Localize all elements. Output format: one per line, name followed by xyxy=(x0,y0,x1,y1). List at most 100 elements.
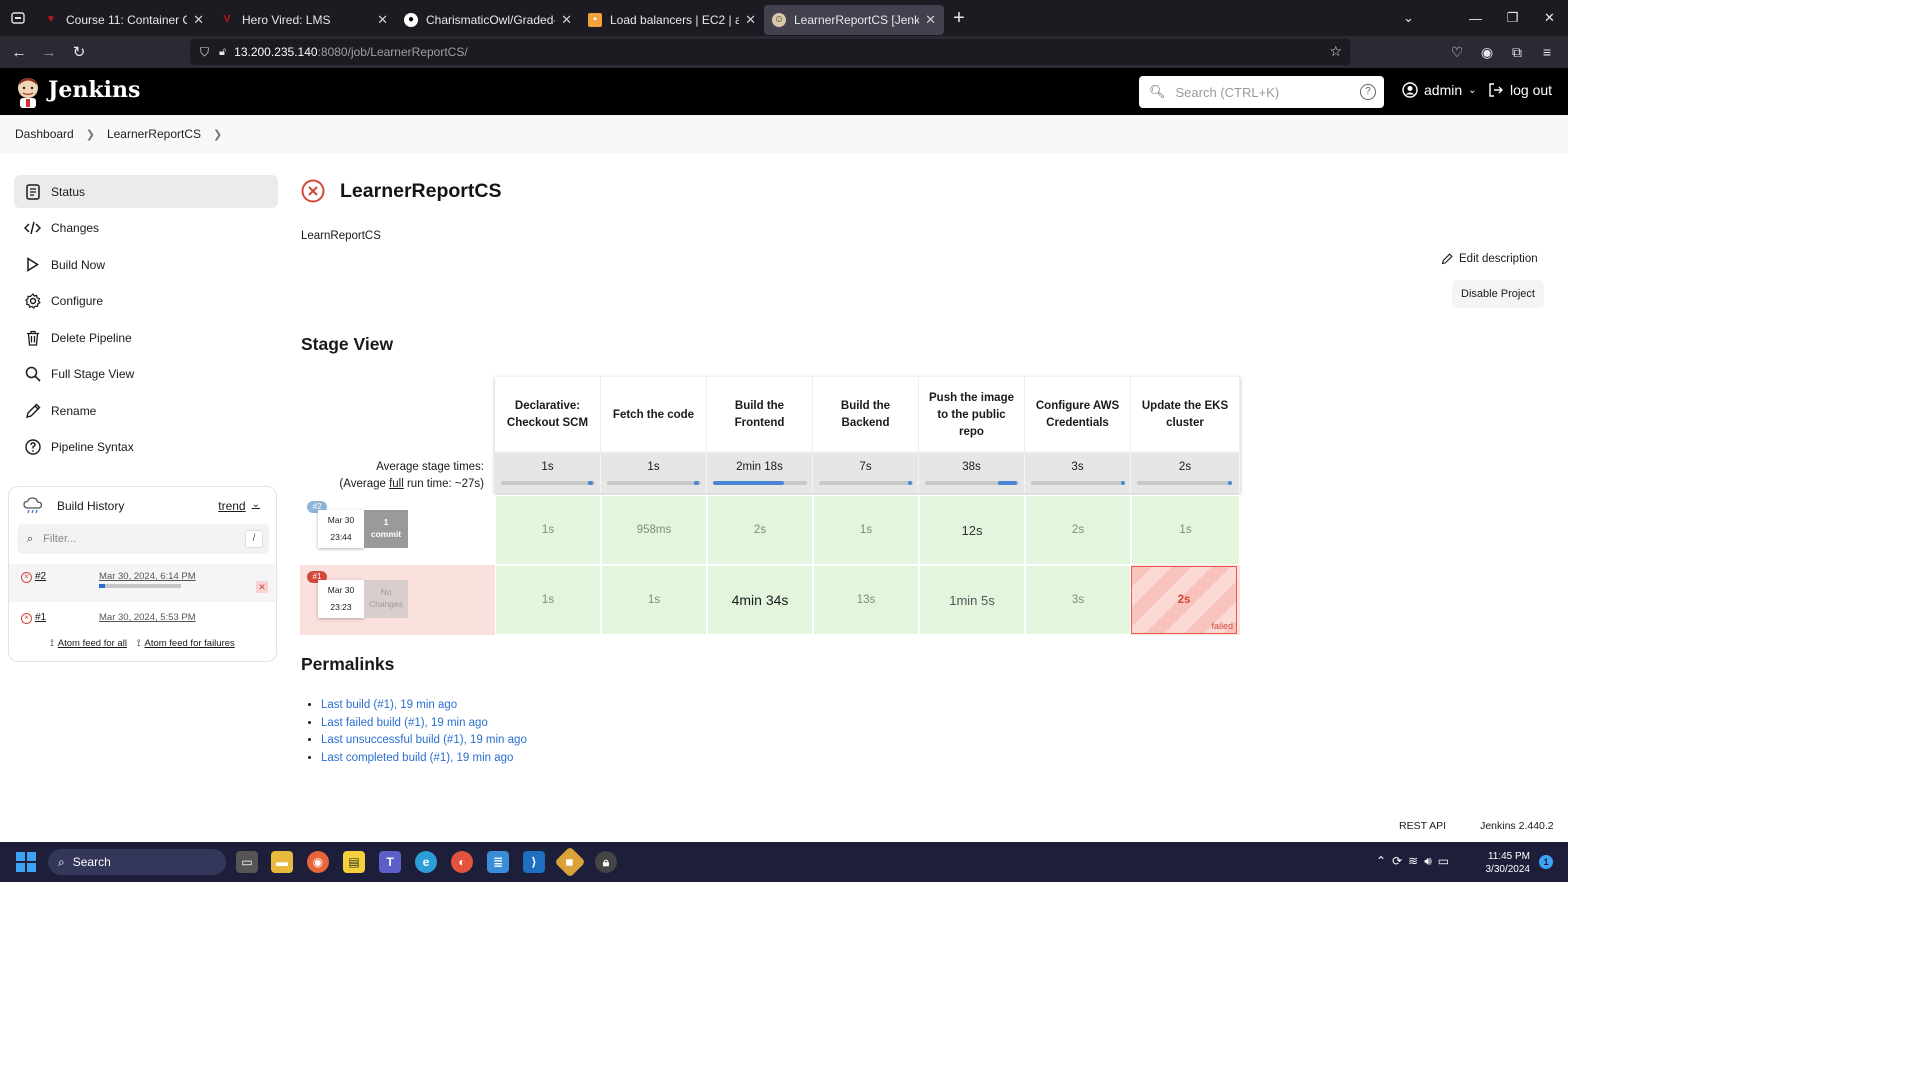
stage-cell[interactable]: 1s xyxy=(601,565,707,635)
edit-description-link[interactable]: Edit description xyxy=(1441,253,1538,265)
account-icon[interactable]: ◉ xyxy=(1472,44,1502,61)
build-history-row[interactable]: × #2 Mar 30, 2024, 6:14 PM ✕ xyxy=(9,564,276,602)
close-tab-icon[interactable]: ✕ xyxy=(193,12,204,28)
stage-cell-failed[interactable]: 2s failed xyxy=(1131,566,1237,634)
rest-api-link[interactable]: REST API xyxy=(1399,820,1446,832)
permalink-last-completed-build[interactable]: Last completed build (#1), 19 min ago xyxy=(321,752,513,764)
vpn-lock-icon[interactable]: 🔒︎ xyxy=(595,851,617,873)
search-box[interactable]: 🔍︎ Search (CTRL+K) ? xyxy=(1139,76,1384,108)
teams-icon[interactable]: T xyxy=(379,851,401,873)
close-tab-icon[interactable]: ✕ xyxy=(745,12,756,28)
run-changes-box[interactable]: No Changes xyxy=(364,580,408,618)
browser-tab[interactable]: ● CharismaticOwl/Graded-Assign ✕ xyxy=(396,5,580,35)
vscode-icon[interactable]: ⟩ xyxy=(523,851,545,873)
sidebar-item-delete-pipeline[interactable]: Delete Pipeline xyxy=(14,321,278,354)
stage-cell[interactable]: 3s xyxy=(1025,565,1131,635)
stage-cell[interactable]: 1s xyxy=(495,565,601,635)
menu-icon[interactable]: ≡ xyxy=(1532,44,1562,60)
build-filter-input[interactable]: ⌕ Filter... / xyxy=(17,524,269,554)
permalink-last-failed-build[interactable]: Last failed build (#1), 19 min ago xyxy=(321,717,488,729)
app-title[interactable]: Jenkins xyxy=(48,77,140,103)
breadcrumb-job[interactable]: LearnerReportCS xyxy=(107,127,201,141)
sticky-notes-icon[interactable]: ▤ xyxy=(343,851,365,873)
volume-icon[interactable]: 🔊︎ xyxy=(1424,854,1432,869)
new-tab-button[interactable]: + xyxy=(944,7,974,30)
browser-tab[interactable]: ▪ Load balancers | EC2 | ap-south ✕ xyxy=(580,5,764,35)
stage-cell[interactable]: 13s xyxy=(813,565,919,635)
firefox-icon[interactable]: ◉ xyxy=(307,851,329,873)
pocket-icon[interactable]: ♡ xyxy=(1442,44,1472,61)
logout-link[interactable]: log out xyxy=(1488,82,1552,98)
windows-start-icon[interactable] xyxy=(16,852,36,872)
chevron-up-icon[interactable]: ⌃ xyxy=(1376,854,1386,869)
tab-overview-button[interactable] xyxy=(0,0,36,36)
stage-cell[interactable]: 1min 5s xyxy=(919,565,1025,635)
chevron-down-icon[interactable]: ⌄ xyxy=(1390,10,1427,26)
lock-icon[interactable]: 🔓︎ xyxy=(219,46,226,59)
url-bar[interactable]: ⛉ 🔓︎ 13.200.235.140:8080/job/LearnerRepo… xyxy=(190,39,1350,65)
breadcrumb-dashboard[interactable]: Dashboard xyxy=(15,127,74,141)
task-view-icon[interactable]: ▭ xyxy=(236,851,258,873)
atom-feed-failures-link[interactable]: Atom feed for failures xyxy=(144,638,234,649)
stage-cell[interactable]: 2s xyxy=(707,495,813,565)
edge-icon[interactable]: e xyxy=(415,851,437,873)
full-run-link[interactable]: full xyxy=(389,478,404,490)
reload-icon[interactable]: ↻ xyxy=(64,43,94,61)
sidebar-item-full-stage-view[interactable]: Full Stage View xyxy=(14,358,278,391)
jenkins-version-link[interactable]: Jenkins 2.440.2 xyxy=(1480,820,1554,832)
disable-project-button[interactable]: Disable Project xyxy=(1452,280,1544,308)
app-icon[interactable]: ◐ xyxy=(451,851,473,873)
battery-icon[interactable]: ▭ xyxy=(1438,854,1449,869)
permalink-last-build[interactable]: Last build (#1), 19 min ago xyxy=(321,699,457,711)
abort-build-icon[interactable]: ✕ xyxy=(256,581,268,593)
stage-cell[interactable]: 1s xyxy=(495,495,601,565)
close-window-button[interactable]: ✕ xyxy=(1531,10,1568,26)
notification-badge[interactable]: 1 xyxy=(1539,855,1553,869)
taskbar-search[interactable]: ⌕ Search xyxy=(48,849,226,875)
run-date-box[interactable]: Mar 30 23:23 xyxy=(318,580,364,618)
trend-link[interactable]: trend ⌄ xyxy=(218,499,260,513)
stage-cell[interactable]: 2s xyxy=(1025,495,1131,565)
build-number-link[interactable]: #2 xyxy=(35,571,46,582)
stage-cell[interactable]: 1s xyxy=(813,495,919,565)
taskbar-clock[interactable]: 11:45 PM 3/30/2024 xyxy=(1478,850,1531,876)
sidebar-item-configure[interactable]: Configure xyxy=(14,285,278,318)
stage-cell[interactable]: 1s xyxy=(1131,495,1240,565)
close-tab-icon[interactable]: ✕ xyxy=(377,12,388,28)
forward-arrow-icon[interactable]: → xyxy=(34,44,64,61)
run-changes-box[interactable]: 1 commit xyxy=(364,510,408,548)
help-icon[interactable]: ? xyxy=(1360,84,1376,100)
user-menu[interactable]: admin ⌄ xyxy=(1402,82,1477,98)
close-tab-icon[interactable]: ✕ xyxy=(925,12,936,28)
wifi-icon[interactable]: ≋ xyxy=(1408,854,1418,869)
browser-tab[interactable]: V Hero Vired: LMS ✕ xyxy=(212,5,396,35)
notepad-icon[interactable]: ≣ xyxy=(487,851,509,873)
build-date-link[interactable]: Mar 30, 2024, 6:14 PM xyxy=(99,571,196,582)
stage-cell[interactable]: 958ms xyxy=(601,495,707,565)
jenkins-logo-icon[interactable] xyxy=(14,76,42,108)
stage-cell[interactable]: 12s xyxy=(919,495,1025,565)
sidebar-item-build-now[interactable]: Build Now xyxy=(14,248,278,281)
atom-feed-all-link[interactable]: Atom feed for all xyxy=(58,638,127,649)
minimize-button[interactable]: — xyxy=(1457,11,1494,26)
shield-icon[interactable]: ⛉ xyxy=(200,45,209,60)
sidebar-item-pipeline-syntax[interactable]: Pipeline Syntax xyxy=(14,431,278,464)
sidebar-item-rename[interactable]: Rename xyxy=(14,394,278,427)
restore-button[interactable]: ❐ xyxy=(1494,10,1531,26)
search-input[interactable]: Search (CTRL+K) xyxy=(1176,85,1280,100)
run-date-box[interactable]: Mar 30 23:44 xyxy=(318,510,364,548)
build-date-link[interactable]: Mar 30, 2024, 5:53 PM xyxy=(99,612,196,623)
sidebar-item-status[interactable]: Status xyxy=(14,175,278,208)
file-explorer-icon[interactable]: ▬ xyxy=(271,851,293,873)
browser-tab-active[interactable]: ☺ LearnerReportCS [Jenkins] ✕ xyxy=(764,4,944,35)
stage-cell[interactable]: 4min 34s xyxy=(707,565,813,635)
extensions-icon[interactable]: ⧉ xyxy=(1502,44,1532,61)
close-tab-icon[interactable]: ✕ xyxy=(561,12,572,28)
chevron-right-icon[interactable]: ❯ xyxy=(213,128,222,141)
build-number-link[interactable]: #1 xyxy=(35,612,46,623)
sync-icon[interactable]: ⟳ xyxy=(1392,854,1402,869)
git-icon[interactable]: ◆ xyxy=(554,846,586,878)
sidebar-item-changes[interactable]: Changes xyxy=(14,212,278,245)
back-arrow-icon[interactable]: ← xyxy=(4,44,34,61)
permalink-last-unsuccessful-build[interactable]: Last unsuccessful build (#1), 19 min ago xyxy=(321,734,527,746)
